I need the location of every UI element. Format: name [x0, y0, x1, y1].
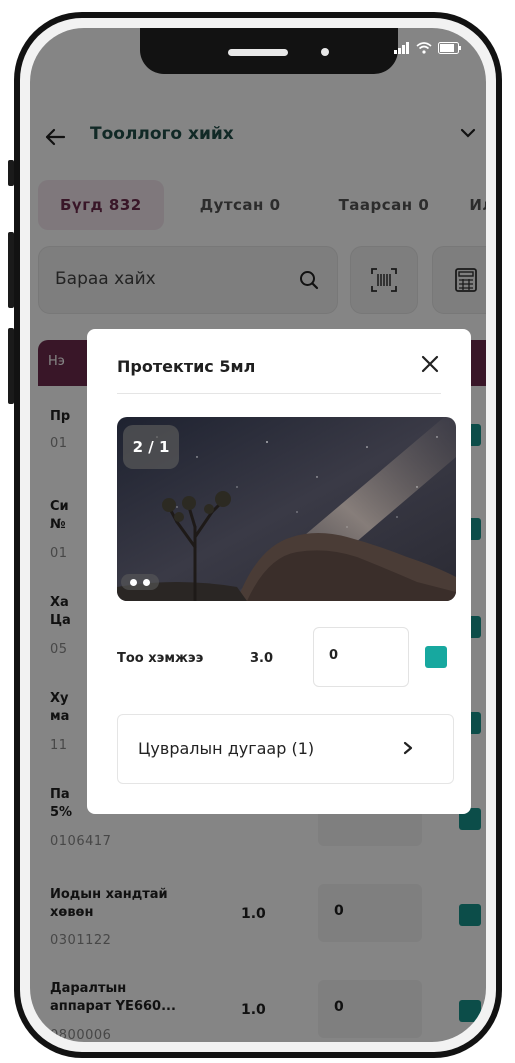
- phone-bezel: Тооллого хийх Бүгд 832 Дутсан 0 Таарсан …: [20, 18, 496, 1052]
- product-image[interactable]: 2 / 1: [117, 417, 456, 601]
- dialog-divider: [117, 393, 441, 394]
- quantity-value: 3.0: [250, 651, 274, 666]
- battery-icon: [438, 42, 461, 54]
- count-input[interactable]: 0: [313, 627, 409, 687]
- product-detail-dialog: Протектис 5мл 2 / 1 Тоо хэмжээ 3.0 0 Цув…: [87, 329, 471, 814]
- notch: [140, 28, 398, 74]
- chevron-right-icon: [403, 741, 413, 755]
- serial-number-label: Цувралын дугаар (1): [138, 739, 315, 758]
- status-bar: [394, 42, 462, 54]
- carousel-indicator[interactable]: [121, 574, 159, 590]
- count-value: 0: [329, 648, 339, 663]
- quantity-label: Тоо хэмжээ: [117, 651, 204, 666]
- dialog-title: Протектис 5мл: [117, 357, 256, 376]
- phone-screen: Тооллого хийх Бүгд 832 Дутсан 0 Таарсан …: [30, 28, 486, 1042]
- signal-icon: [394, 42, 409, 54]
- phone-frame: Тооллого хийх Бүгд 832 Дутсан 0 Таарсан …: [14, 12, 502, 1058]
- image-counter-badge: 2 / 1: [123, 425, 179, 469]
- wifi-icon: [416, 42, 432, 54]
- close-icon[interactable]: [421, 355, 439, 373]
- serial-number-button[interactable]: Цувралын дугаар (1): [117, 714, 454, 784]
- confirm-checkbox[interactable]: [425, 646, 447, 668]
- front-camera: [321, 48, 329, 56]
- speaker-grill: [228, 49, 288, 56]
